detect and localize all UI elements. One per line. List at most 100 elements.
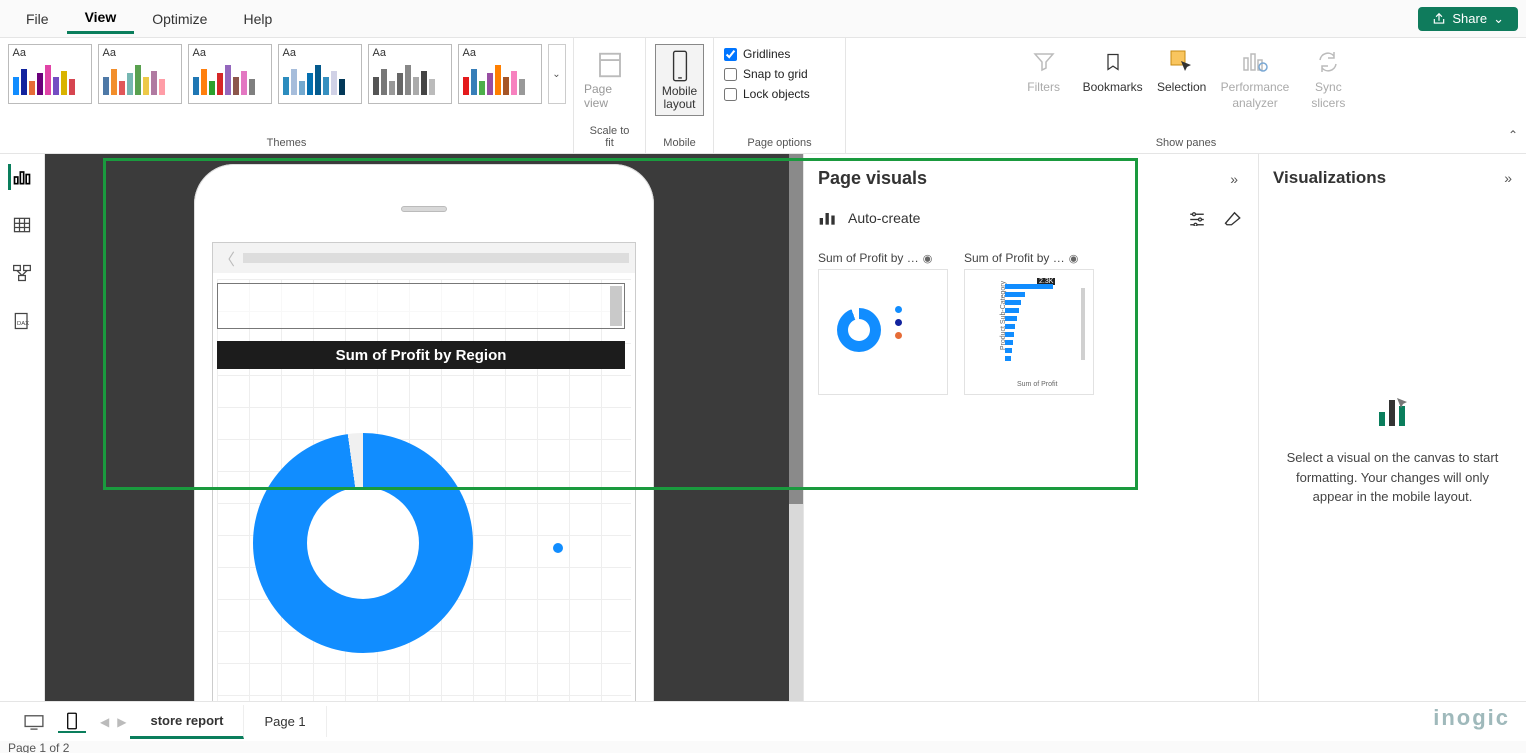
desktop-view-button[interactable] bbox=[20, 711, 48, 733]
theme-4[interactable]: Aa bbox=[278, 44, 362, 104]
mobile-group: Mobile layout Mobile bbox=[646, 38, 714, 153]
sync-icon bbox=[1316, 50, 1340, 74]
rail-model[interactable] bbox=[9, 260, 35, 286]
pv-thumb1-label: Sum of Profit by … bbox=[818, 251, 919, 265]
slot-scrollbar[interactable] bbox=[610, 286, 622, 326]
pageopt-label: Page options bbox=[724, 135, 835, 151]
selection-icon bbox=[1169, 49, 1195, 75]
back-icon[interactable]: 〈 bbox=[219, 246, 235, 270]
theme-6[interactable]: Aa bbox=[458, 44, 542, 104]
model-icon bbox=[12, 263, 32, 283]
report-icon bbox=[12, 167, 32, 187]
phone-screen[interactable]: 〈 Sum of Profit by Region bbox=[212, 242, 636, 701]
tab-page-1[interactable]: Page 1 bbox=[244, 706, 326, 737]
panes-label: Show panes bbox=[1026, 135, 1346, 151]
gridlines-checkbox[interactable]: Gridlines bbox=[724, 44, 835, 64]
canvas-scrollbar[interactable] bbox=[789, 154, 803, 701]
themes-label: Themes bbox=[10, 135, 563, 151]
mini-donut bbox=[837, 308, 881, 352]
mobile-label: Mobile bbox=[656, 135, 703, 151]
pv-thumb-1[interactable]: Sum of Profit by … ◉ bbox=[818, 251, 948, 395]
share-label: Share bbox=[1452, 11, 1487, 26]
workspace: DAX 〈 Sum of Profit by Region bbox=[0, 154, 1526, 701]
menu-bar: File View Optimize Help Share ⌄ bbox=[0, 0, 1526, 38]
viz-empty-state: Select a visual on the canvas to start f… bbox=[1259, 196, 1526, 701]
page-prev: ◀ bbox=[96, 715, 113, 729]
lock-checkbox[interactable]: Lock objects bbox=[724, 84, 835, 104]
rail-dax[interactable]: DAX bbox=[9, 308, 35, 334]
filters-pane-button: Filters bbox=[1019, 48, 1069, 94]
rail-table[interactable] bbox=[9, 212, 35, 238]
visualizations-panel: Visualizations » Select a visual on the … bbox=[1258, 154, 1526, 701]
page-view-label: Page view bbox=[584, 82, 635, 110]
show-panes-group: Filters Bookmarks Selection Performancea… bbox=[846, 38, 1526, 153]
eye-icon[interactable]: ◉ bbox=[1069, 252, 1079, 265]
bookmark-icon bbox=[1103, 50, 1123, 74]
bookmarks-pane-button[interactable]: Bookmarks bbox=[1083, 48, 1143, 94]
mini-bar-chart: Product Sub-Category 2.3K Sum of bbox=[987, 282, 1087, 376]
theme-1[interactable]: Aa bbox=[8, 44, 92, 104]
share-icon bbox=[1432, 12, 1446, 26]
svg-text:DAX: DAX bbox=[17, 321, 29, 327]
mini-legend bbox=[895, 306, 902, 339]
donut-chart[interactable] bbox=[253, 393, 553, 693]
page-view-icon bbox=[595, 50, 625, 80]
table-icon bbox=[12, 215, 32, 235]
watermark: inogic bbox=[1433, 705, 1510, 731]
scale-label: Scale to fit bbox=[584, 123, 635, 151]
share-button[interactable]: Share ⌄ bbox=[1418, 7, 1518, 31]
bottom-bar: ◀ ▶ store report Page 1 bbox=[0, 701, 1526, 741]
auto-create-button[interactable]: Auto-create bbox=[848, 210, 1172, 226]
selection-pane-button[interactable]: Selection bbox=[1157, 48, 1207, 94]
funnel-icon bbox=[1032, 50, 1056, 74]
settings-icon[interactable] bbox=[1186, 207, 1208, 229]
pv-thumb-2[interactable]: Sum of Profit by … ◉ Product Sub-Category… bbox=[964, 251, 1094, 395]
eye-icon[interactable]: ◉ bbox=[923, 252, 933, 265]
eraser-icon[interactable] bbox=[1222, 207, 1244, 229]
theme-2[interactable]: Aa bbox=[98, 44, 182, 104]
themes-dropdown[interactable]: ⌄ bbox=[548, 44, 566, 104]
menu-help[interactable]: Help bbox=[225, 5, 290, 33]
phone-speaker bbox=[401, 206, 447, 212]
legend-dot bbox=[553, 543, 563, 553]
dax-icon: DAX bbox=[12, 311, 32, 331]
tab-store-report[interactable]: store report bbox=[130, 705, 244, 739]
left-rail: DAX bbox=[0, 154, 45, 701]
gridlines-label: Gridlines bbox=[743, 47, 790, 61]
menu-optimize[interactable]: Optimize bbox=[134, 5, 225, 33]
auto-create-icon bbox=[818, 209, 838, 227]
page-view-button: Page view bbox=[584, 44, 635, 116]
viz-empty-text: Select a visual on the canvas to start f… bbox=[1283, 448, 1502, 507]
rail-report[interactable] bbox=[8, 164, 34, 190]
chevron-down-icon: ⌄ bbox=[1493, 11, 1504, 27]
empty-slot[interactable] bbox=[217, 283, 625, 329]
page-next: ▶ bbox=[113, 715, 130, 729]
sync-pane-button: Syncslicers bbox=[1303, 48, 1353, 110]
mobile-small-icon bbox=[66, 712, 78, 730]
desktop-icon bbox=[23, 714, 45, 730]
perf-pane-button: Performanceanalyzer bbox=[1221, 48, 1290, 110]
menu-view[interactable]: View bbox=[67, 3, 135, 34]
pv-title: Page visuals bbox=[818, 168, 1230, 189]
menu-file[interactable]: File bbox=[8, 5, 67, 33]
format-icon bbox=[1373, 390, 1413, 430]
mobile-layout-button[interactable]: Mobile layout bbox=[655, 44, 704, 116]
phone-header: 〈 bbox=[213, 243, 635, 273]
phone-frame: 〈 Sum of Profit by Region bbox=[194, 164, 654, 701]
chart-title: Sum of Profit by Region bbox=[217, 341, 625, 369]
canvas-area[interactable]: 〈 Sum of Profit by Region bbox=[45, 154, 803, 701]
theme-5[interactable]: Aa bbox=[368, 44, 452, 104]
viz-title: Visualizations bbox=[1273, 168, 1504, 188]
mobile-icon bbox=[669, 49, 691, 83]
viz-collapse[interactable]: » bbox=[1504, 170, 1512, 186]
pv-thumb2-label: Sum of Profit by … bbox=[964, 251, 1065, 265]
mobile-view-button[interactable] bbox=[58, 711, 86, 733]
ribbon-collapse[interactable]: ⌃ bbox=[1508, 128, 1518, 142]
page-options-group: Gridlines Snap to grid Lock objects Page… bbox=[714, 38, 846, 153]
snap-checkbox[interactable]: Snap to grid bbox=[724, 64, 835, 84]
pv-collapse[interactable]: » bbox=[1230, 171, 1244, 187]
theme-3[interactable]: Aa bbox=[188, 44, 272, 104]
snap-label: Snap to grid bbox=[743, 67, 808, 81]
lock-label: Lock objects bbox=[743, 87, 810, 101]
ribbon: Aa Aa Aa Aa Aa Aa ⌄ Themes Page view Sca… bbox=[0, 38, 1526, 154]
